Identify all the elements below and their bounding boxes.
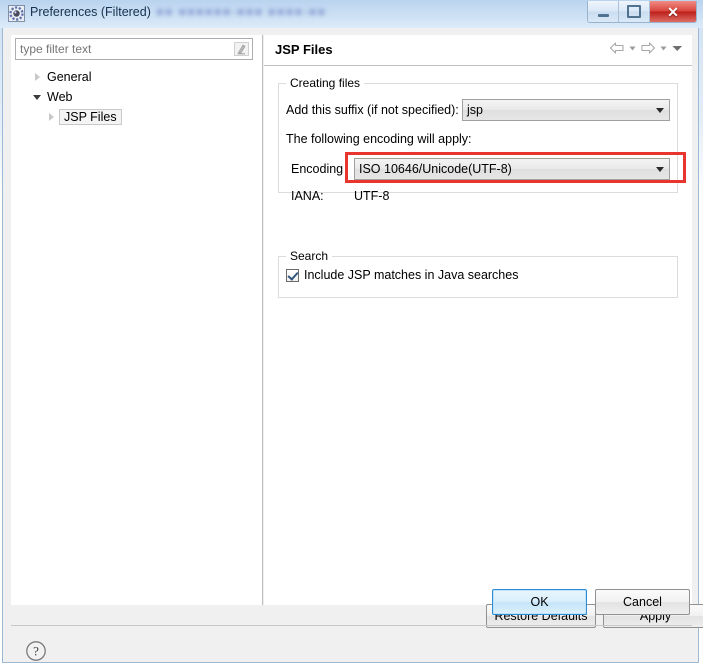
maximize-button[interactable] — [619, 1, 650, 22]
tree-item-label: General — [47, 70, 92, 84]
tree-item-label: Web — [47, 90, 73, 104]
group-creating-files: Creating files Add this suffix (if not s… — [278, 76, 678, 203]
back-arrow-icon[interactable] — [609, 41, 625, 55]
suffix-label: Add this suffix (if not specified): — [286, 103, 459, 117]
chevron-right-icon[interactable] — [29, 69, 45, 85]
include-jsp-matches-checkbox[interactable] — [286, 268, 299, 282]
cancel-button[interactable]: Cancel — [595, 589, 690, 615]
window-controls: ✕ — [587, 1, 697, 23]
forward-arrow-icon[interactable] — [640, 41, 656, 55]
maximize-icon — [627, 5, 641, 18]
chevron-right-icon[interactable] — [43, 109, 59, 125]
ok-button[interactable]: OK — [492, 589, 587, 615]
view-menu-dropdown-icon[interactable] — [671, 41, 684, 55]
group-label-creating-files: Creating files — [286, 76, 365, 90]
dialog-body: General Web JSP Files JSP Files — [2, 28, 703, 663]
clear-filter-icon[interactable] — [233, 41, 250, 57]
include-jsp-matches-label: Include JSP matches in Java searches — [304, 268, 519, 282]
back-history-dropdown-icon[interactable] — [628, 41, 637, 55]
minimize-icon — [597, 13, 609, 17]
chevron-down-icon[interactable] — [29, 89, 45, 105]
window-title: Preferences (Filtered) — [30, 5, 151, 19]
page-nav-icons — [609, 41, 684, 55]
preference-page-pane: JSP Files Creating files Add this suffix… — [264, 35, 703, 628]
close-icon: ✕ — [667, 3, 679, 20]
help-question-icon[interactable]: ? — [25, 640, 47, 662]
suffix-combo[interactable]: jsp — [462, 99, 670, 121]
iana-value: UTF-8 — [354, 189, 390, 203]
forward-history-dropdown-icon[interactable] — [659, 41, 668, 55]
chevron-down-icon[interactable] — [651, 107, 669, 113]
suffix-combo-value: jsp — [467, 103, 483, 117]
footer-separator — [11, 625, 692, 626]
tree-item-label: JSP Files — [59, 109, 122, 125]
svg-text:?: ? — [33, 644, 39, 659]
encoding-combo-value: ISO 10646/Unicode(UTF-8) — [359, 162, 512, 176]
preference-tree: General Web JSP Files — [15, 67, 255, 127]
preference-tree-pane: General Web JSP Files — [11, 35, 263, 605]
filter-box[interactable] — [15, 38, 253, 60]
chevron-down-icon[interactable] — [651, 166, 669, 172]
encoding-label: Encoding — [291, 162, 344, 176]
group-search: Search Include JSP matches in Java searc… — [278, 249, 678, 298]
page-header: JSP Files — [264, 35, 692, 66]
page-content: Creating files Add this suffix (if not s… — [264, 66, 703, 628]
encoding-intro-label: The following encoding will apply: — [286, 132, 472, 146]
group-label-search: Search — [286, 249, 333, 263]
iana-label: IANA: — [291, 189, 324, 203]
close-button[interactable]: ✕ — [650, 1, 696, 22]
preferences-dialog: Preferences (Filtered) ✕ type filter tex… — [0, 0, 703, 667]
page-title: JSP Files — [275, 42, 333, 57]
tree-item-jsp-files[interactable]: JSP Files — [15, 107, 255, 127]
tree-item-general[interactable]: General — [15, 67, 255, 87]
preferences-gear-icon — [8, 5, 25, 22]
minimize-button[interactable] — [588, 1, 619, 22]
title-bar: Preferences (Filtered) ✕ — [0, 0, 703, 28]
encoding-combo[interactable]: ISO 10646/Unicode(UTF-8) — [354, 158, 670, 180]
include-jsp-matches-checkbox-row[interactable]: Include JSP matches in Java searches — [286, 268, 518, 282]
tree-item-web[interactable]: Web — [15, 87, 255, 107]
filter-input[interactable] — [16, 40, 229, 58]
